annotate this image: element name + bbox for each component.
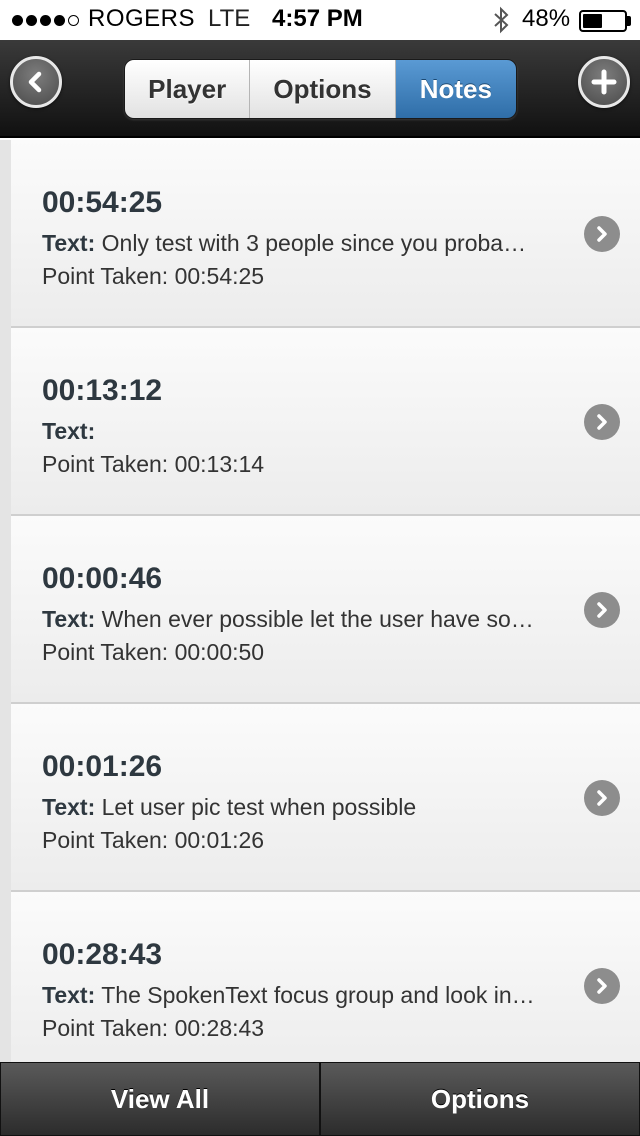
view-all-button[interactable]: View All xyxy=(0,1062,320,1136)
point-taken-value: 00:28:43 xyxy=(174,1015,265,1041)
note-time: 00:00:46 xyxy=(42,562,163,595)
note-text: Text: Let user pic test when possible xyxy=(42,794,557,821)
note-text-value: The SpokenText focus group and look in… xyxy=(95,982,535,1008)
back-arrow-icon xyxy=(28,71,42,93)
tab-notes[interactable]: Notes xyxy=(395,60,516,118)
note-time: 00:01:26 xyxy=(42,750,163,783)
note-text: Text: When ever possible let the user ha… xyxy=(42,606,557,633)
point-taken-label: Point Taken: xyxy=(42,451,169,477)
note-point-taken: Point Taken: 00:01:26 xyxy=(42,827,264,854)
status-bar: ROGERS LTE 4:57 PM 48% xyxy=(0,0,640,40)
point-taken-value: 00:54:25 xyxy=(174,263,265,289)
note-time: 00:28:43 xyxy=(42,938,163,971)
add-note-button[interactable] xyxy=(578,56,630,108)
point-taken-value: 00:01:26 xyxy=(174,827,265,853)
notes-list: 00:54:25 Text: Only test with 3 people s… xyxy=(0,140,640,1062)
note-text-label: Text: xyxy=(42,794,96,820)
note-time: 00:13:12 xyxy=(42,374,163,407)
point-taken-label: Point Taken: xyxy=(42,263,169,289)
chevron-right-icon[interactable] xyxy=(584,968,620,1004)
point-taken-value: 00:13:14 xyxy=(174,451,265,477)
note-text-label: Text: xyxy=(42,418,96,444)
list-item[interactable]: 00:28:43 Text: The SpokenText focus grou… xyxy=(11,892,640,1062)
note-text-value: Only test with 3 people since you proba… xyxy=(95,230,527,256)
list-item[interactable]: 00:01:26 Text: Let user pic test when po… xyxy=(11,704,640,892)
note-time: 00:54:25 xyxy=(42,186,163,219)
options-button[interactable]: Options xyxy=(320,1062,640,1136)
list-item[interactable]: 00:13:12 Text: Point Taken: 00:13:14 xyxy=(11,328,640,516)
note-point-taken: Point Taken: 00:28:43 xyxy=(42,1015,264,1042)
note-text-value: When ever possible let the user have so… xyxy=(95,606,534,632)
carrier-name: ROGERS xyxy=(88,5,196,32)
note-point-taken: Point Taken: 00:00:50 xyxy=(42,639,264,666)
note-point-taken: Point Taken: 00:13:14 xyxy=(42,451,264,478)
note-text-value: Let user pic test when possible xyxy=(95,794,417,820)
tab-options[interactable]: Options xyxy=(250,60,396,118)
point-taken-label: Point Taken: xyxy=(42,1015,169,1041)
list-left-edge xyxy=(0,140,11,1062)
chevron-right-icon[interactable] xyxy=(584,592,620,628)
battery-level xyxy=(583,14,602,28)
back-button[interactable] xyxy=(10,56,62,108)
battery-percent: 48% xyxy=(522,5,571,32)
point-taken-label: Point Taken: xyxy=(42,827,169,853)
status-time: 4:57 PM xyxy=(272,5,363,32)
note-text: Text: The SpokenText focus group and loo… xyxy=(42,982,557,1009)
battery-tip xyxy=(627,16,631,26)
chevron-right-icon[interactable] xyxy=(584,780,620,816)
segmented-control: Player Options Notes xyxy=(124,59,517,119)
tab-player[interactable]: Player xyxy=(125,60,251,118)
note-text: Text: xyxy=(42,418,557,445)
point-taken-label: Point Taken: xyxy=(42,639,169,665)
note-text-label: Text: xyxy=(42,230,96,256)
battery-icon xyxy=(579,10,627,32)
bluetooth-icon xyxy=(494,6,509,34)
note-text-label: Text: xyxy=(42,982,96,1008)
nav-bar: Player Options Notes xyxy=(0,40,640,138)
network-type: LTE xyxy=(208,5,251,32)
point-taken-value: 00:00:50 xyxy=(174,639,265,665)
list-item[interactable]: 00:00:46 Text: When ever possible let th… xyxy=(11,516,640,704)
signal-strength-icon xyxy=(12,0,79,40)
note-point-taken: Point Taken: 00:54:25 xyxy=(42,263,264,290)
bottom-toolbar: View All Options xyxy=(0,1062,640,1136)
chevron-right-icon[interactable] xyxy=(584,404,620,440)
note-text: Text: Only test with 3 people since you … xyxy=(42,230,557,257)
note-text-label: Text: xyxy=(42,606,96,632)
plus-icon xyxy=(591,69,617,95)
chevron-right-icon[interactable] xyxy=(584,216,620,252)
list-item[interactable]: 00:54:25 Text: Only test with 3 people s… xyxy=(11,140,640,328)
